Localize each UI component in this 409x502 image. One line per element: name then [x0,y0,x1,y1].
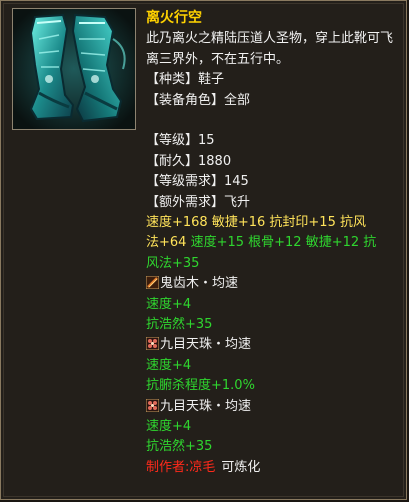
item-type-row: 【种类】鞋子 [146,70,404,91]
gem-3-name: 九目天珠・均速 [160,398,252,414]
boots-icon [12,8,136,130]
item-description: 此乃离火之精陆压道人圣物，穿上此靴可飞离三界外，不在五行中。 [146,31,394,67]
item-stats: 速度+168 敏捷+16 抗封印+15 抗风 法+64 速度+15 根骨+12 … [146,213,401,478]
item-extra-req-row: 【额外需求】飞升 [146,193,404,214]
base-stat-line-2: 法+64 速度+15 根骨+12 敏捷+12 抗 [146,233,401,253]
pearl-gem-icon [146,337,159,351]
item-extra-req-label: 【额外需求】 [146,194,225,210]
item-durability-row: 【耐久】1880 [146,152,404,173]
item-level-req-row: 【等级需求】145 [146,172,404,193]
refinable-status: 可炼化 [221,459,261,475]
item-name: 离火行空 [146,10,202,26]
item-durability-value: 1880 [198,153,232,169]
item-type-value: 鞋子 [198,72,225,87]
item-level-value: 15 [198,133,215,148]
item-durability-label: 【耐久】 [146,153,199,169]
gem-3-name-row: 九目天珠・均速 [146,397,401,417]
item-level-req-label: 【等级需求】 [146,174,225,189]
item-type-label: 【种类】 [146,72,199,87]
item-tooltip: 离火行空 此乃离火之精陆压道人圣物，穿上此靴可飞离三界外，不在五行中。 【种类】… [0,0,407,500]
item-details: 离火行空 此乃离火之精陆压道人圣物，穿上此靴可飞离三界外，不在五行中。 【种类】… [146,7,404,213]
item-level-row: 【等级】15 [146,131,404,152]
base-stat-line-3: 风法+35 [146,255,200,271]
item-extra-req-value: 飞升 [224,194,251,210]
base-stat-line-2-yellow: 法+64 [146,235,187,251]
item-level-label: 【等级】 [146,133,199,148]
maker-row: 制作者:凉毛 可炼化 [146,458,401,478]
gem-1-effect-1: 速度+4 [146,296,192,312]
item-role-label: 【装备角色】 [146,92,225,108]
base-stat-line-1: 速度+168 敏捷+16 抗封印+15 抗风 [146,215,366,230]
gem-2-name: 九目天珠・均速 [160,337,252,353]
gem-2-effect-1: 速度+4 [146,357,192,373]
gem-2-name-row: 九目天珠・均速 [146,335,401,355]
gem-1-name-row: 鬼齿木・均速 [146,274,401,294]
item-role-row: 【装备角色】全部 [146,91,404,112]
pearl-gem-icon [146,398,159,412]
gem-1-name: 鬼齿木・均速 [160,276,239,292]
gem-2-effect-2: 抗腑杀程度+1.0% [146,378,255,394]
maker-name: 凉毛 [189,459,216,475]
gem-3-effect-2: 抗浩然+35 [146,439,213,455]
wood-gem-icon [146,276,159,290]
gem-1-effect-2: 抗浩然+35 [146,317,213,333]
base-stat-line-2-green: 速度+15 根骨+12 敏捷+12 抗 [186,235,377,251]
maker-label: 制作者: [146,459,190,475]
item-role-value: 全部 [224,92,251,108]
item-level-req-value: 145 [224,174,249,189]
boots-icon-graphic [13,9,135,129]
gem-3-effect-1: 速度+4 [146,419,192,435]
